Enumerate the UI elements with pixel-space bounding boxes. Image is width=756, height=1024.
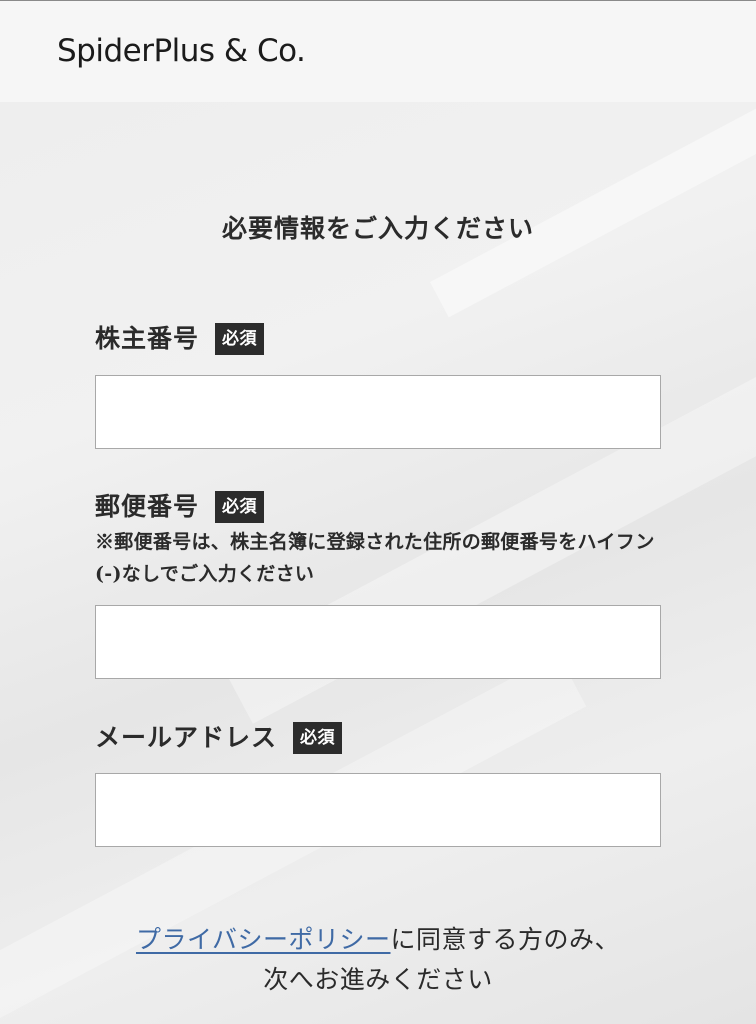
consent-text: プライバシーポリシーに同意する方のみ、 次へお進みください — [0, 920, 756, 1000]
email-input[interactable] — [95, 773, 661, 847]
required-badge: 必須 — [215, 323, 265, 355]
email-label: メールアドレス — [95, 723, 278, 752]
consent-line-1: プライバシーポリシーに同意する方のみ、 — [0, 920, 756, 960]
consent-line-1-suffix: に同意する方のみ、 — [390, 925, 621, 954]
site-header: SpiderPlus & Co. — [0, 1, 756, 102]
page-title: 必要情報をご入力ください — [221, 214, 534, 243]
postal-code-label: 郵便番号 — [95, 492, 200, 521]
main-content: 必要情報をご入力ください 株主番号 必須 郵便番号 必須 ※郵便番号は、株主名簿… — [0, 102, 756, 1024]
postal-code-label-row: 郵便番号 必須 — [95, 490, 265, 524]
required-badge: 必須 — [293, 722, 343, 754]
shareholder-number-label: 株主番号 — [95, 324, 200, 353]
privacy-policy-link[interactable]: プライバシーポリシー — [136, 925, 391, 954]
consent-line-2: 次へお進みください — [263, 965, 493, 994]
background-sheen — [430, 102, 756, 318]
postal-code-input[interactable] — [95, 605, 661, 679]
company-logo[interactable]: SpiderPlus & Co. — [57, 31, 306, 71]
required-badge: 必須 — [215, 491, 265, 523]
shareholder-number-label-row: 株主番号 必須 — [95, 322, 265, 356]
email-label-row: メールアドレス 必須 — [95, 721, 343, 755]
shareholder-number-input[interactable] — [95, 375, 661, 449]
postal-code-note: ※郵便番号は、株主名簿に登録された住所の郵便番号をハイフン(-)なしでご入力くだ… — [95, 531, 655, 585]
